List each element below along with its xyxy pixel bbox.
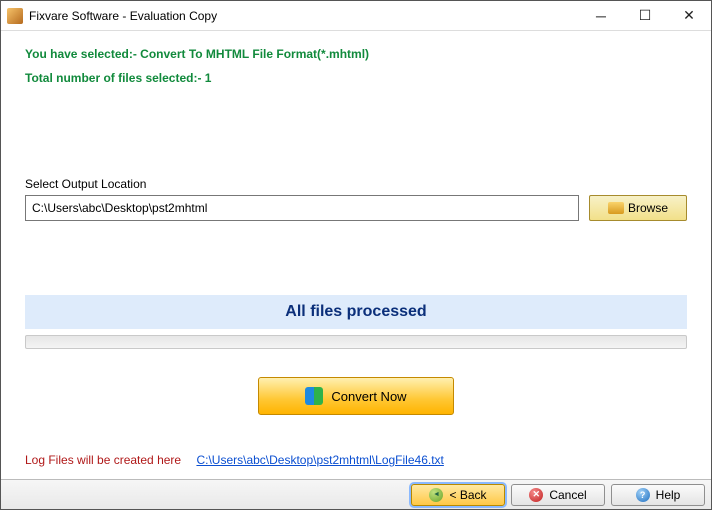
maximize-button[interactable]: ☐ [623,1,667,31]
back-button[interactable]: < Back [411,484,505,506]
window-title: Fixvare Software - Evaluation Copy [29,9,579,23]
browse-button-label: Browse [628,201,668,215]
progress-bar [25,335,687,349]
convert-button-label: Convert Now [331,389,406,404]
back-button-label: < Back [449,488,486,502]
cancel-button[interactable]: ✕ Cancel [511,484,605,506]
cancel-button-label: Cancel [549,488,586,502]
window-body: You have selected:- Convert To MHTML Fil… [1,31,711,479]
convert-row: Convert Now [25,377,687,415]
file-count-label: Total number of files selected:- 1 [25,71,687,85]
cancel-icon: ✕ [529,488,543,502]
help-button[interactable]: ? Help [611,484,705,506]
convert-now-button[interactable]: Convert Now [258,377,454,415]
app-window: Fixvare Software - Evaluation Copy ─ ☐ ✕… [0,0,712,510]
log-row: Log Files will be created here C:\Users\… [25,453,444,467]
titlebar: Fixvare Software - Evaluation Copy ─ ☐ ✕ [1,1,711,31]
output-path-input[interactable] [25,195,579,221]
close-button[interactable]: ✕ [667,1,711,31]
convert-icon [305,387,323,405]
output-location-label: Select Output Location [25,177,687,191]
log-link[interactable]: C:\Users\abc\Desktop\pst2mhtml\LogFile46… [196,453,443,467]
help-icon: ? [636,488,650,502]
minimize-button[interactable]: ─ [579,1,623,31]
log-label: Log Files will be created here [25,453,181,467]
output-path-row: Browse [25,195,687,221]
app-icon [7,8,23,24]
help-button-label: Help [656,488,681,502]
browse-button[interactable]: Browse [589,195,687,221]
progress-message: All files processed [25,295,687,329]
footer: < Back ✕ Cancel ? Help [1,479,711,509]
folder-icon [608,202,624,214]
back-arrow-icon [429,488,443,502]
selected-format-label: You have selected:- Convert To MHTML Fil… [25,47,687,61]
